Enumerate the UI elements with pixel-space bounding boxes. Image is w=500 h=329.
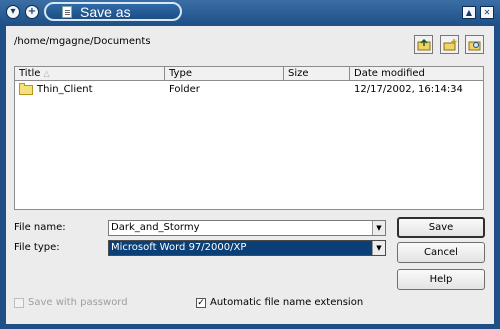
column-size[interactable]: Size: [284, 67, 350, 81]
browse-button[interactable]: [465, 35, 484, 54]
file-type-value: Microsoft Word 97/2000/XP: [111, 242, 247, 253]
help-button[interactable]: Help: [397, 269, 485, 290]
automatic-extension-label: Automatic file name extension: [210, 297, 364, 308]
chevron-down-icon[interactable]: ▼: [372, 221, 385, 235]
save-as-dialog: ▾ + Save as ▲ ✕ /home/mgagne/Documents T…: [0, 0, 500, 329]
save-button[interactable]: Save: [397, 217, 485, 238]
current-path: /home/mgagne/Documents: [14, 36, 151, 47]
dialog-body: /home/mgagne/Documents Title △ Type Size…: [6, 26, 494, 324]
title-bar: ▾ + Save as ▲ ✕: [0, 0, 500, 26]
file-name-label: File name:: [14, 222, 66, 233]
file-type: Folder: [169, 84, 200, 95]
window-title: Save as: [80, 3, 131, 20]
window-menu-icon[interactable]: ▾: [6, 5, 20, 19]
shade-icon[interactable]: ▲: [462, 6, 476, 19]
folder-icon: [19, 83, 33, 95]
column-type[interactable]: Type: [165, 67, 284, 81]
column-date-modified[interactable]: Date modified: [350, 67, 483, 81]
file-list[interactable]: Title △ Type Size Date modified Thin_Clie…: [14, 66, 484, 210]
file-type-select[interactable]: Microsoft Word 97/2000/XP ▼: [108, 240, 386, 256]
file-type-label: File type:: [14, 242, 60, 253]
file-date: 12/17/2002, 16:14:34: [354, 84, 463, 95]
up-folder-button[interactable]: [414, 35, 433, 54]
file-name-combo[interactable]: Dark_and_Stormy ▼: [108, 220, 386, 236]
file-title: Thin_Client: [37, 84, 93, 95]
close-icon[interactable]: ✕: [480, 6, 494, 19]
file-row[interactable]: Thin_Client Folder 12/17/2002, 16:14:34: [15, 83, 483, 99]
sticky-plus-icon[interactable]: +: [25, 5, 39, 19]
document-icon: [62, 5, 72, 18]
up-folder-icon: [417, 38, 430, 50]
column-title[interactable]: Title △: [15, 67, 165, 81]
browse-icon: [468, 41, 480, 50]
sort-ascending-icon: △: [43, 69, 50, 78]
cancel-button[interactable]: Cancel: [397, 242, 485, 263]
automatic-extension-checkbox[interactable]: ✓: [196, 298, 206, 308]
save-with-password-label: Save with password: [28, 297, 128, 308]
chevron-down-icon[interactable]: ▼: [372, 241, 385, 255]
new-folder-button[interactable]: [440, 35, 459, 54]
title-pill: Save as: [44, 2, 182, 21]
file-name-value: Dark_and_Stormy: [111, 222, 200, 233]
save-with-password-checkbox[interactable]: [14, 298, 24, 308]
new-folder-icon: [443, 38, 456, 50]
